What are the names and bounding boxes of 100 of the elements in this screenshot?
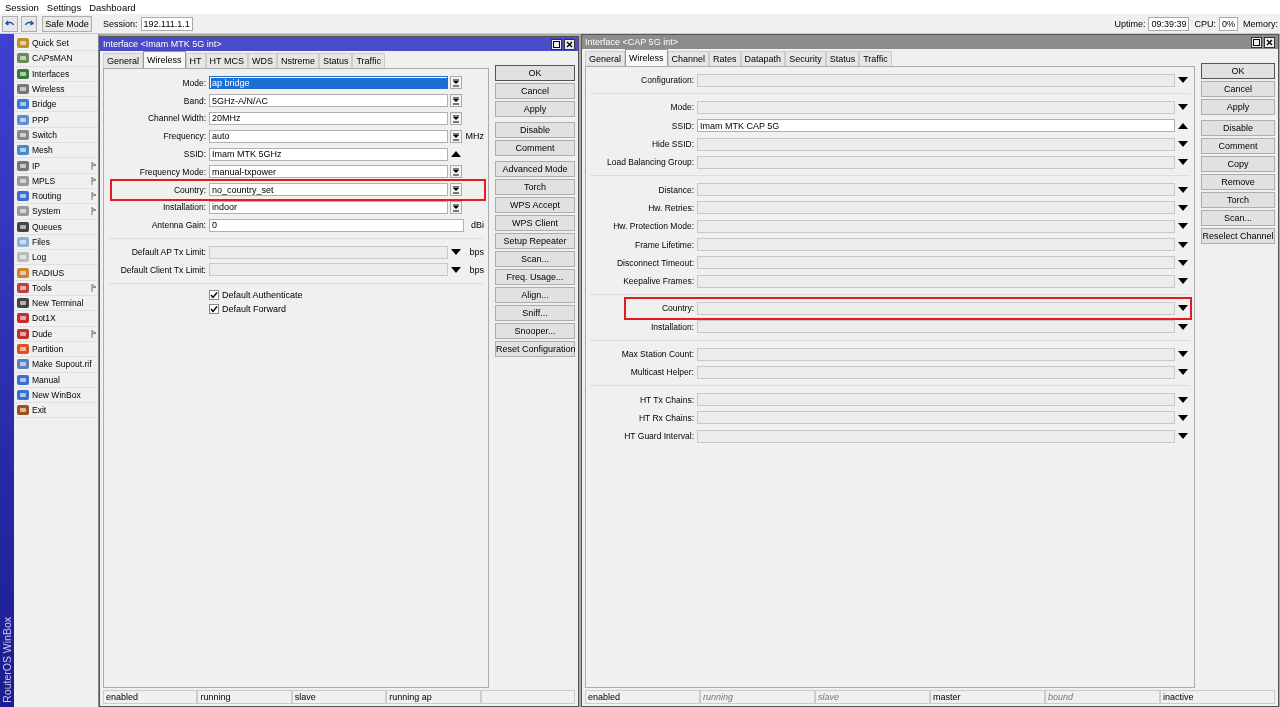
- sidebar-item[interactable]: MPLS: [14, 173, 98, 189]
- dialog-button[interactable]: Setup Repeater: [495, 233, 575, 249]
- checkbox[interactable]: [209, 303, 219, 314]
- dialog-button[interactable]: Copy: [1201, 156, 1275, 172]
- dialog-button[interactable]: Apply: [1201, 99, 1275, 115]
- sidebar-item[interactable]: Dude: [14, 326, 98, 342]
- dialog-button[interactable]: OK: [495, 65, 575, 81]
- dropdown-button[interactable]: [450, 200, 462, 214]
- dialog-button[interactable]: Reset Configuration: [495, 341, 575, 357]
- sidebar-item[interactable]: Quick Set: [14, 36, 98, 52]
- input-field[interactable]: manual-txpower: [209, 165, 448, 179]
- sidebar-item[interactable]: Bridge: [14, 97, 98, 113]
- sidebar-item[interactable]: Wireless: [14, 81, 98, 98]
- dialog-button[interactable]: WPS Accept: [495, 197, 575, 213]
- close-icon[interactable]: [564, 38, 575, 50]
- sidebar-item[interactable]: New WinBox: [14, 387, 98, 404]
- tab[interactable]: General: [585, 51, 626, 66]
- dialog-button[interactable]: Comment: [495, 140, 575, 156]
- sidebar-item[interactable]: Routing: [14, 188, 98, 205]
- tab[interactable]: Security: [785, 51, 826, 66]
- session-field[interactable]: 192.111.1.1: [140, 16, 193, 31]
- tab[interactable]: Channel: [667, 51, 710, 66]
- app-icon: [16, 159, 30, 172]
- sidebar-item[interactable]: Queues: [14, 219, 98, 235]
- checkbox[interactable]: [209, 289, 219, 300]
- tab[interactable]: HT MCS: [205, 53, 248, 68]
- sidebar-item[interactable]: Files: [14, 234, 98, 251]
- dialog-button[interactable]: Reselect Channel: [1201, 228, 1275, 244]
- unit-label: MHz: [464, 131, 484, 142]
- dropdown-button[interactable]: [450, 94, 462, 108]
- dialog-button[interactable]: Cancel: [1201, 81, 1275, 97]
- dialog-button[interactable]: Advanced Mode: [495, 161, 575, 177]
- input-field[interactable]: 0: [209, 218, 464, 232]
- tab[interactable]: Nstreme: [276, 53, 319, 68]
- maximize-icon[interactable]: [551, 38, 562, 50]
- menu-entry[interactable]: Dashboard: [89, 1, 136, 13]
- collapse-arrow-icon[interactable]: [451, 151, 461, 158]
- sidebar-item[interactable]: PPP: [14, 112, 98, 128]
- sidebar-item[interactable]: Mesh: [14, 143, 98, 159]
- tab[interactable]: Status: [318, 53, 353, 68]
- sidebar-item[interactable]: Switch: [14, 127, 98, 144]
- menu-entry[interactable]: Session: [5, 1, 39, 13]
- dialog-button[interactable]: Scan...: [495, 251, 575, 267]
- sidebar-item[interactable]: System: [14, 204, 98, 220]
- dropdown-button[interactable]: [450, 129, 462, 143]
- tab[interactable]: WDS: [247, 53, 277, 68]
- input-field[interactable]: Imam MTK 5GHz: [209, 147, 448, 161]
- sidebar-item[interactable]: Make Supout.rif: [14, 357, 98, 373]
- menu-entry[interactable]: Settings: [46, 1, 82, 13]
- redo-button[interactable]: [21, 15, 37, 32]
- input-field[interactable]: 20MHz: [209, 112, 448, 125]
- sidebar-item[interactable]: Tools: [14, 280, 98, 297]
- sidebar-item[interactable]: Exit: [14, 403, 98, 419]
- tab[interactable]: Wireless: [143, 51, 186, 68]
- tab[interactable]: Status: [825, 51, 860, 66]
- tab[interactable]: Datapath: [740, 51, 786, 66]
- sidebar-item[interactable]: IP: [14, 158, 98, 174]
- input-field[interactable]: 5GHz-A/N/AC: [209, 94, 448, 108]
- sidebar-item[interactable]: New Terminal: [14, 296, 98, 312]
- dropdown-button[interactable]: [450, 112, 462, 125]
- sidebar-item[interactable]: Partition: [14, 341, 98, 358]
- undo-button[interactable]: [2, 15, 18, 32]
- collapse-arrow-icon[interactable]: [1177, 122, 1188, 129]
- dialog-button[interactable]: OK: [1201, 63, 1275, 79]
- dialog-button[interactable]: Remove: [1201, 174, 1275, 190]
- dialog-button[interactable]: Torch: [1201, 192, 1275, 208]
- input-field[interactable]: no_country_set: [209, 183, 448, 197]
- sidebar-item[interactable]: Log: [14, 250, 98, 266]
- sidebar-item[interactable]: Dot1X: [14, 311, 98, 327]
- dialog-button[interactable]: Disable: [495, 122, 575, 138]
- dialog-button[interactable]: Disable: [1201, 120, 1275, 136]
- dialog-button[interactable]: Apply: [495, 101, 575, 117]
- sidebar-item[interactable]: Manual: [14, 372, 98, 388]
- dialog-button[interactable]: Torch: [495, 179, 575, 195]
- tab[interactable]: Wireless: [625, 49, 668, 66]
- status-cell: running: [700, 690, 815, 704]
- input-field[interactable]: auto: [209, 129, 448, 143]
- tab[interactable]: Rates: [709, 51, 741, 66]
- dialog-button[interactable]: Align...: [495, 287, 575, 303]
- tab[interactable]: Traffic: [352, 53, 385, 68]
- status-cell: running ap: [386, 690, 481, 704]
- dialog-button[interactable]: Snooper...: [495, 323, 575, 339]
- dialog-button[interactable]: Freq. Usage...: [495, 269, 575, 285]
- dropdown-button[interactable]: [450, 183, 462, 197]
- safe-mode-button[interactable]: Safe Mode: [42, 15, 92, 32]
- input-field[interactable]: ap bridge: [209, 76, 448, 90]
- dialog-button[interactable]: Sniff...: [495, 305, 575, 321]
- dropdown-button[interactable]: [450, 165, 462, 179]
- dialog-button[interactable]: Comment: [1201, 138, 1275, 154]
- dialog-button[interactable]: Scan...: [1201, 210, 1275, 226]
- tab[interactable]: General: [103, 53, 144, 68]
- field-label: Hw. Retries:: [647, 202, 695, 213]
- dialog-button[interactable]: WPS Client: [495, 215, 575, 231]
- tab[interactable]: Traffic: [859, 51, 892, 66]
- dialog-button[interactable]: Cancel: [495, 83, 575, 99]
- sidebar-item[interactable]: CAPsMAN: [14, 51, 98, 67]
- sidebar-item[interactable]: Interfaces: [14, 66, 98, 82]
- sidebar-item[interactable]: RADIUS: [14, 265, 98, 281]
- dropdown-button[interactable]: [450, 76, 462, 90]
- input-field[interactable]: Imam MTK CAP 5G: [697, 119, 1175, 133]
